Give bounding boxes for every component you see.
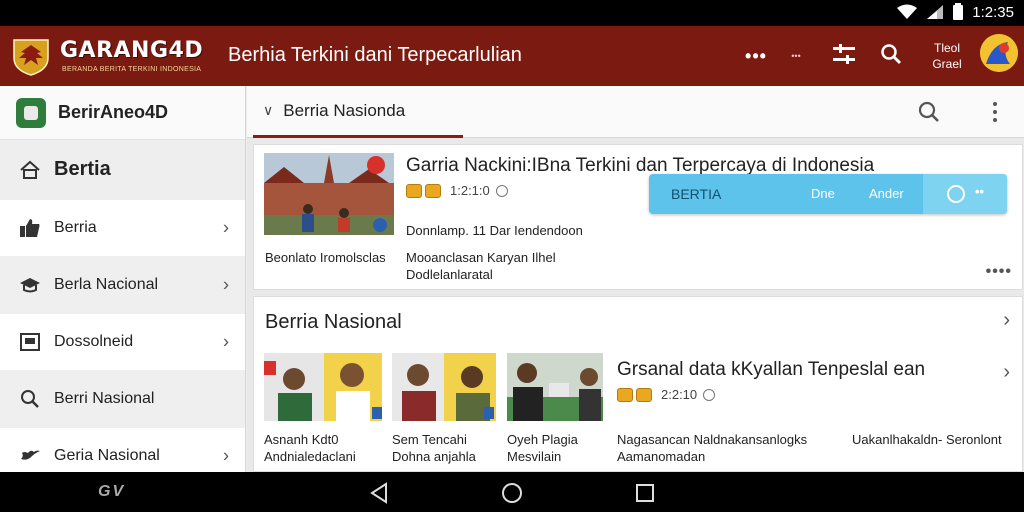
clock-icon — [495, 184, 508, 197]
news-caption[interactable]: Uakanlhakaldn- Seronlont — [852, 431, 1012, 448]
avatar[interactable] — [980, 34, 1018, 72]
badge-icon — [636, 387, 652, 402]
battery-icon — [952, 3, 964, 21]
tab-label: Berria Nasionda — [283, 100, 406, 120]
app-bar: GARANG4D BERANDA BERITA TERKINI INDONESI… — [0, 26, 1024, 86]
news-caption: Mooanclasan Karyan Ilhel Dodlelanlaratal — [406, 250, 556, 282]
news-caption[interactable]: Asnanh Kdt0 Andnialedaclani — [264, 431, 384, 465]
home-icon — [18, 158, 42, 182]
sidebar-item-berria[interactable]: Berria › — [0, 200, 245, 257]
tab-search-button[interactable] — [915, 98, 943, 126]
minus-circle-icon[interactable] — [947, 185, 965, 203]
clock-icon — [703, 388, 716, 401]
news-icon — [18, 330, 42, 354]
recents-icon — [636, 484, 654, 502]
badge-icon — [617, 387, 633, 402]
overflow-menu-button[interactable] — [985, 98, 1005, 126]
chip-action-other[interactable]: Ander — [869, 186, 904, 201]
thumbs-up-icon — [18, 216, 42, 240]
news-meta: 2:2:10 — [617, 387, 716, 402]
search-icon — [880, 43, 902, 70]
news-time: 2:2:10 — [661, 387, 698, 402]
tab-berria-nasionda[interactable]: ∨ Berria Nasionda — [253, 86, 463, 138]
sidebar-item-label: Berri Nasional — [54, 390, 155, 407]
sidebar-item-dossolneid[interactable]: Dossolneid › — [0, 314, 245, 371]
search-button[interactable] — [875, 40, 907, 72]
news-caption[interactable]: Sem Tencahi Dohna anjahla — [392, 431, 502, 465]
more-options-button[interactable]: ••• — [738, 40, 774, 72]
tab-bar: ∨ Berria Nasionda — [247, 86, 1024, 138]
chip-action-done[interactable]: Dne — [811, 186, 835, 201]
main-content: ∨ Berria Nasionda Beonlato Iromolsclas G… — [247, 86, 1024, 472]
sidebar-item-label: Berria — [54, 219, 97, 236]
news-subtitle: Donnlamp. 11 Dar Iendendoon — [406, 223, 583, 238]
garuda-emblem-icon — [10, 36, 52, 76]
sidebar-title: BerirAneo4D — [58, 102, 169, 122]
chevron-down-icon: ∨ — [263, 102, 274, 118]
sidebar-item-label: Berla Nacional — [54, 276, 159, 293]
chevron-right-icon: › — [223, 331, 229, 352]
app-logo-text: GARANG4D — [60, 38, 204, 63]
app-logo-subtitle: BERANDA BERITA TERKINI INDONESIA — [62, 66, 202, 73]
filter-button[interactable] — [828, 40, 860, 72]
dot — [993, 102, 997, 106]
dot — [993, 118, 997, 122]
app-icon — [16, 97, 46, 128]
home-button[interactable] — [501, 482, 523, 504]
system-nav-bar: GV — [0, 472, 1024, 512]
signal-icon — [926, 4, 944, 20]
sidebar-item-berla-nacional[interactable]: Berla Nacional › — [0, 257, 245, 314]
news-caption[interactable]: Nagasancan Naldnakansanlogks Aamanomadan — [617, 431, 857, 465]
app-title: Berhia Terkini dani Terpecarlulian — [228, 44, 522, 66]
news-thumbnail[interactable] — [507, 353, 603, 421]
news-meta: 1:2:1:0 — [406, 183, 508, 198]
sidebar-item-bertia[interactable]: Bertia — [0, 140, 245, 200]
news-thumbnail[interactable] — [392, 353, 496, 421]
sidebar-item-label: Bertia — [54, 158, 111, 180]
back-button[interactable] — [368, 482, 390, 504]
chip-controls: •• — [923, 174, 1007, 214]
clock-time: 1:2:35 — [972, 3, 1014, 21]
search-icon — [918, 101, 939, 122]
news-thumbnail[interactable] — [264, 153, 394, 235]
section-heading[interactable]: Berria Nasional — [265, 311, 402, 334]
search-icon — [18, 387, 42, 411]
news-section-card: Berria Nasional › Grsanal data kKyallan … — [253, 296, 1023, 472]
bird-icon — [18, 444, 42, 468]
news-thumbnail[interactable] — [264, 353, 382, 421]
home-circle-icon — [502, 483, 522, 503]
news-caption: Beonlato Iromolsclas — [265, 250, 386, 265]
chip-label: BERTIA — [671, 186, 722, 202]
chevron-right-icon[interactable]: › — [1003, 361, 1010, 384]
wifi-icon — [896, 4, 918, 20]
dot — [993, 110, 997, 114]
badge-icon — [406, 183, 422, 198]
category-chip-bar[interactable]: BERTIA Dne Ander •• — [649, 174, 1007, 214]
chevron-right-icon: › — [223, 274, 229, 295]
recents-button[interactable] — [634, 482, 656, 504]
chevron-right-icon[interactable]: › — [1003, 309, 1010, 332]
sidebar-item-label: Dossolneid — [54, 333, 134, 350]
back-icon — [370, 482, 387, 504]
sidebar-item-label: Geria Nasional — [54, 447, 160, 464]
sidebar: BerirAneo4D Bertia Berria › Berla Nacion… — [0, 86, 246, 485]
cap-icon — [18, 273, 42, 297]
news-time: 1:2:1:0 — [450, 183, 490, 198]
news-title[interactable]: Grsanal data kKyallan Tenpeslal ean — [617, 359, 925, 381]
card-more-button[interactable]: •••• — [986, 263, 1012, 281]
status-bar: 1:2:35 — [0, 0, 1024, 26]
sidebar-item-berri-nasional[interactable]: Berri Nasional — [0, 371, 245, 428]
news-card-featured[interactable]: Beonlato Iromolsclas Garria Nackini:IBna… — [253, 144, 1023, 290]
chip-more-icon[interactable]: •• — [975, 184, 984, 199]
news-caption[interactable]: Oyeh Plagia Mesvilain — [507, 431, 607, 465]
filter-icon — [832, 43, 856, 70]
toolbar-label[interactable]: ••• — [778, 40, 814, 72]
sidebar-header[interactable]: BerirAneo4D — [0, 86, 245, 140]
user-name[interactable]: Tleol Grael — [920, 40, 974, 72]
chevron-right-icon: › — [223, 217, 229, 238]
badge-icon — [425, 183, 441, 198]
chevron-right-icon: › — [223, 445, 229, 466]
nav-left-label: GV — [98, 483, 126, 500]
